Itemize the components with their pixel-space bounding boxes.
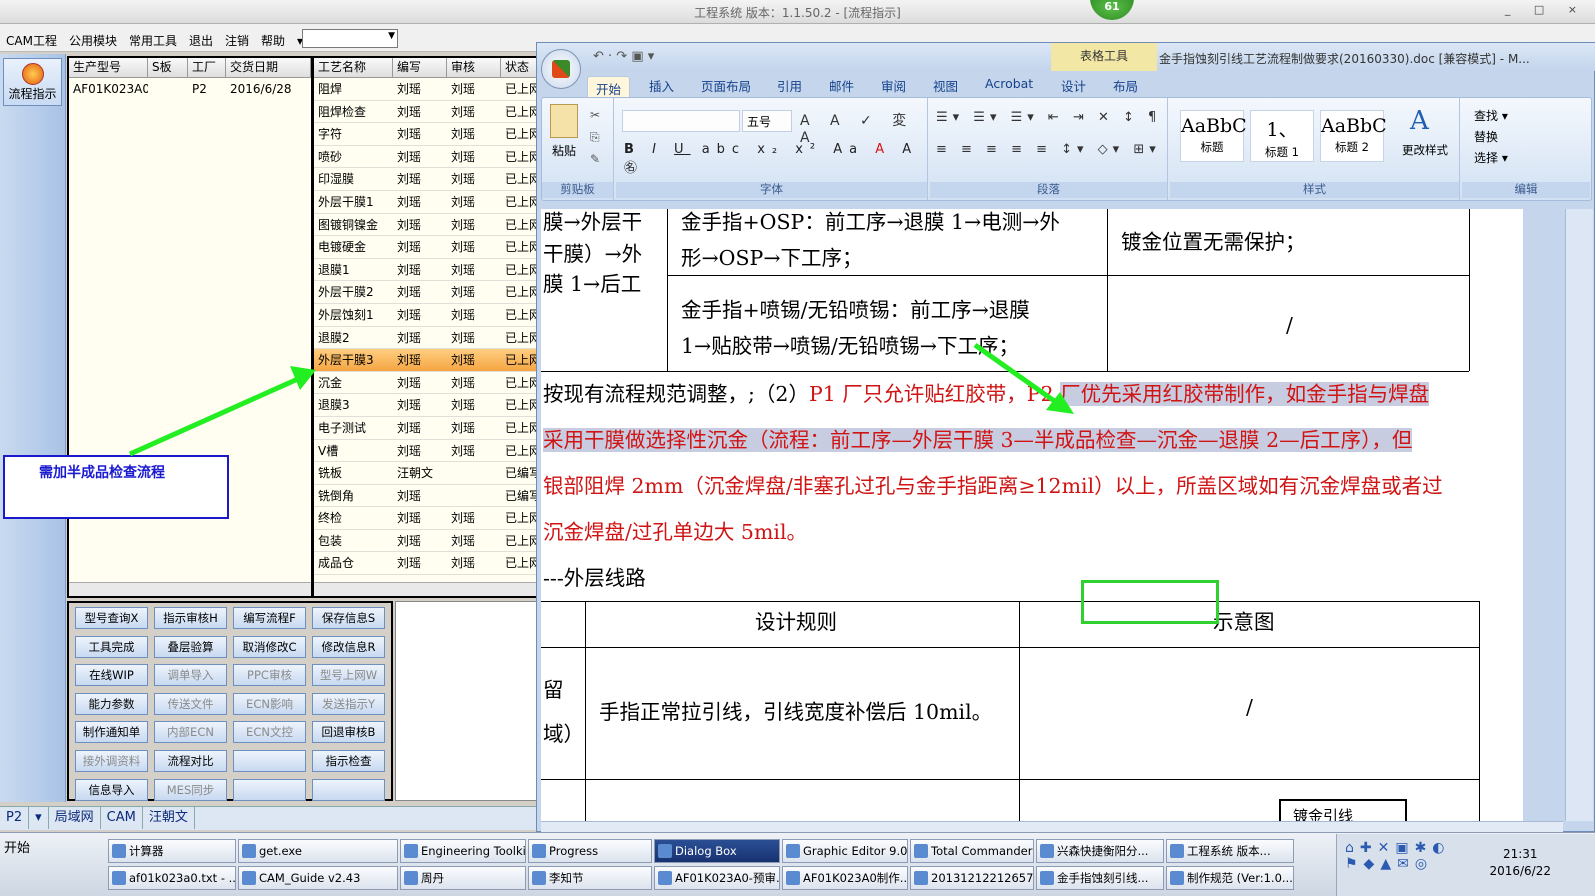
taskbar-item[interactable]: 兴森快捷衡阳分...: [1036, 839, 1164, 863]
taskbar-item[interactable]: AF01K023A0-预审...: [654, 866, 780, 890]
taskbar-item[interactable]: get.exe: [238, 839, 398, 863]
taskbar-item[interactable]: Graphic Editor 9.0...: [782, 839, 908, 863]
tray-icons[interactable]: ⌂✚✕▣✱◐ ⚑◆▲✉◎: [1345, 840, 1451, 872]
taskbar-item[interactable]: Total Commander ...: [910, 839, 1034, 863]
taskbar-item[interactable]: 金手指蚀刻引线...: [1036, 866, 1164, 890]
taskbar-item[interactable]: af01k023a0.txt - ...: [108, 866, 236, 890]
taskbar-item[interactable]: 工程系统 版本...: [1166, 839, 1294, 863]
taskbar-item[interactable]: Dialog Box: [654, 839, 780, 863]
start-button[interactable]: 开始: [0, 837, 54, 863]
clock: 21:31 2016/6/22: [1489, 847, 1551, 878]
arrow-line: [128, 375, 302, 457]
annotation-arrows: [128, 342, 1074, 457]
taskbar-item[interactable]: Progress: [528, 839, 652, 863]
taskbar-item[interactable]: 201312122126579...: [910, 866, 1034, 890]
arrow-line: [973, 342, 1062, 408]
taskbar-item[interactable]: 计算器: [108, 839, 236, 863]
taskbar-item[interactable]: CAM_Guide v2.43: [238, 866, 398, 890]
taskbar-item[interactable]: 李知节: [528, 866, 652, 890]
taskbar-item[interactable]: 制作规范 (Ver:1.0...: [1166, 866, 1294, 890]
taskbar-item[interactable]: AF01K023A0制作...: [782, 866, 908, 890]
taskbar-item[interactable]: Engineering Toolki...: [400, 839, 526, 863]
system-tray: ⌂✚✕▣✱◐ ⚑◆▲✉◎ 21:31 2016/6/22: [1336, 834, 1595, 896]
taskbar-item[interactable]: 周丹: [400, 866, 526, 890]
